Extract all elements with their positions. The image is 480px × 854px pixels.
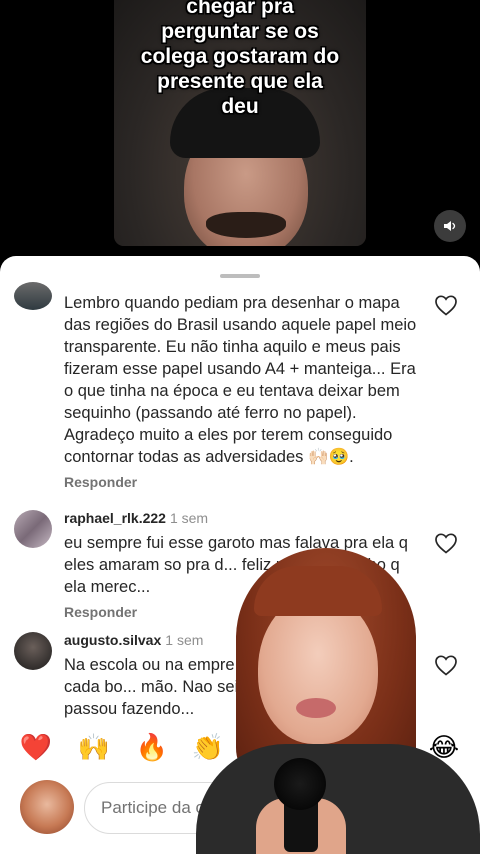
comment-time: 1 sem [169, 510, 209, 526]
pip-person-face [258, 594, 378, 744]
comment-avatar[interactable] [14, 510, 52, 548]
pip-person-lips [296, 698, 336, 718]
volume-button[interactable] [434, 210, 466, 242]
my-avatar [20, 780, 74, 834]
comment-text: Lembro quando pediam pra desenhar o mapa… [64, 294, 417, 466]
comment-username[interactable]: raphael_rlk.222 [64, 510, 166, 526]
video-caption: chegar pra perguntar se os colega gostar… [114, 0, 366, 119]
caption-line: perguntar se os [161, 20, 319, 43]
comment-avatar[interactable] [14, 632, 52, 670]
sheet-drag-handle[interactable] [220, 274, 260, 278]
emoji-heart[interactable]: ❤️ [16, 730, 56, 766]
reply-button[interactable]: Responder [64, 474, 420, 490]
emoji-raised-hands[interactable]: 🙌 [74, 730, 114, 766]
video-person-mustache [206, 212, 286, 238]
comment-avatar[interactable] [14, 282, 52, 310]
speaker-icon [444, 221, 456, 231]
pip-video-overlay[interactable] [196, 548, 480, 854]
comment-username[interactable]: augusto.silvax [64, 632, 161, 648]
pip-person-bangs [254, 566, 382, 616]
caption-line: presente que ela [157, 70, 323, 93]
comment-body: Lembro quando pediam pra desenhar o mapa… [64, 292, 420, 490]
emoji-fire[interactable]: 🔥 [132, 730, 172, 766]
caption-line: colega gostaram do [140, 45, 340, 68]
caption-line: chegar pra [186, 0, 294, 18]
like-heart-icon[interactable] [434, 294, 458, 316]
caption-line: deu [221, 95, 259, 118]
microphone-icon [274, 758, 326, 810]
